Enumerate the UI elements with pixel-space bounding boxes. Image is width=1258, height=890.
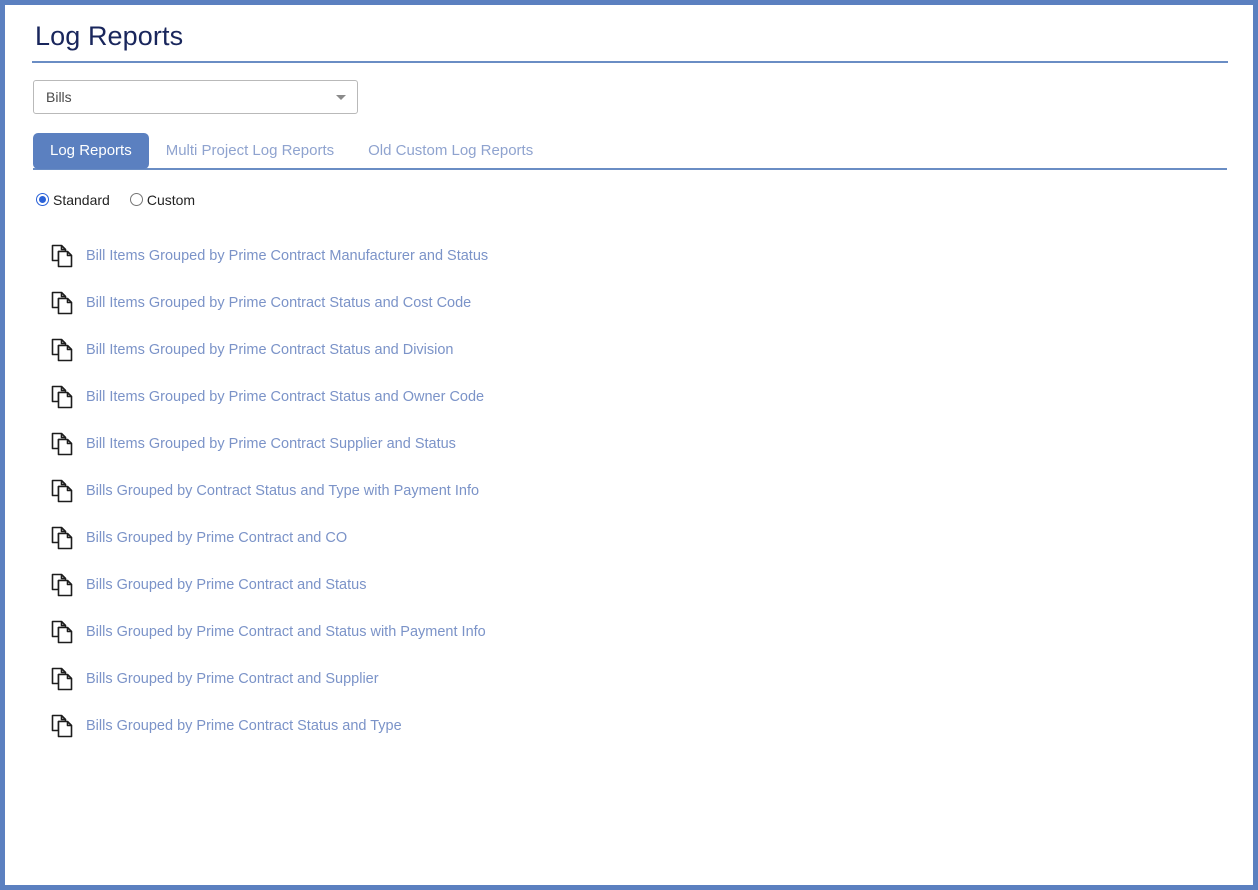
page-content: Log Reports Bills Log Reports Multi Proje… (5, 5, 1253, 885)
copy-documents-icon[interactable] (50, 290, 86, 316)
tab-log-reports[interactable]: Log Reports (33, 132, 149, 169)
radio-standard[interactable]: Standard (36, 193, 110, 207)
module-select-value: Bills (46, 88, 72, 105)
tab-old-custom-log-reports[interactable]: Old Custom Log Reports (351, 133, 550, 169)
report-list-item[interactable]: Bills Grouped by Prime Contract and Stat… (50, 562, 1227, 609)
copy-documents-icon[interactable] (50, 666, 86, 692)
radio-label: Custom (146, 191, 196, 208)
report-link[interactable]: Bill Items Grouped by Prime Contract Sup… (86, 436, 456, 453)
copy-documents-icon[interactable] (50, 525, 86, 551)
copy-documents-icon[interactable] (50, 478, 86, 504)
report-list-item[interactable]: Bill Items Grouped by Prime Contract Sta… (50, 280, 1227, 327)
radio-indicator[interactable] (129, 193, 143, 207)
tab-list: Log Reports Multi Project Log Reports Old … (33, 132, 1227, 169)
tab-bar: Log Reports Multi Project Log Reports Old … (31, 132, 1227, 170)
report-link[interactable]: Bill Items Grouped by Prime Contract Sta… (86, 295, 471, 312)
copy-documents-icon[interactable] (50, 384, 86, 410)
report-list-item[interactable]: Bills Grouped by Prime Contract and Stat… (50, 609, 1227, 656)
report-list-item[interactable]: Bill Items Grouped by Prime Contract Sta… (50, 327, 1227, 374)
copy-documents-icon[interactable] (50, 713, 86, 739)
report-list-item[interactable]: Bills Grouped by Contract Status and Typ… (50, 468, 1227, 515)
report-list-item[interactable]: Bill Items Grouped by Prime Contract Sta… (50, 374, 1227, 421)
tab-multi-project-log-reports[interactable]: Multi Project Log Reports (149, 133, 351, 169)
report-list-item[interactable]: Bills Grouped by Prime Contract Status a… (50, 703, 1227, 750)
page-title: Log Reports (35, 21, 184, 51)
report-list-item[interactable]: Bills Grouped by Prime Contract and CO (50, 515, 1227, 562)
radio-custom[interactable]: Custom (129, 191, 196, 208)
module-select-row: Bills (31, 63, 1227, 114)
report-link[interactable]: Bills Grouped by Prime Contract Status a… (86, 718, 402, 735)
report-list-item[interactable]: Bill Items Grouped by Prime Contract Sup… (50, 421, 1227, 468)
report-link[interactable]: Bills Grouped by Prime Contract and Stat… (86, 577, 366, 594)
copy-documents-icon[interactable] (50, 431, 86, 457)
report-list: Bill Items Grouped by Prime Contract Man… (31, 233, 1227, 750)
copy-documents-icon[interactable] (50, 572, 86, 598)
report-link[interactable]: Bills Grouped by Contract Status and Typ… (86, 483, 479, 500)
report-link[interactable]: Bill Items Grouped by Prime Contract Man… (86, 248, 488, 265)
report-type-radio-group: Standard Custom (31, 193, 1227, 207)
report-link[interactable]: Bill Items Grouped by Prime Contract Sta… (86, 389, 484, 406)
report-link[interactable]: Bills Grouped by Prime Contract and Stat… (86, 624, 486, 641)
module-select[interactable]: Bills (33, 79, 358, 114)
report-list-item[interactable]: Bill Items Grouped by Prime Contract Man… (50, 233, 1227, 280)
radio-indicator[interactable] (36, 193, 49, 207)
report-link[interactable]: Bill Items Grouped by Prime Contract Sta… (86, 342, 453, 359)
copy-documents-icon[interactable] (50, 243, 86, 269)
chevron-down-icon (336, 94, 346, 100)
report-link[interactable]: Bills Grouped by Prime Contract and Supp… (86, 671, 379, 688)
copy-documents-icon[interactable] (50, 619, 86, 645)
copy-documents-icon[interactable] (50, 337, 86, 363)
report-list-item[interactable]: Bills Grouped by Prime Contract and Supp… (50, 656, 1227, 703)
app-window: Log Reports Bills Log Reports Multi Proje… (0, 0, 1258, 890)
radio-label: Standard (53, 191, 110, 208)
report-link[interactable]: Bills Grouped by Prime Contract and CO (86, 530, 347, 547)
